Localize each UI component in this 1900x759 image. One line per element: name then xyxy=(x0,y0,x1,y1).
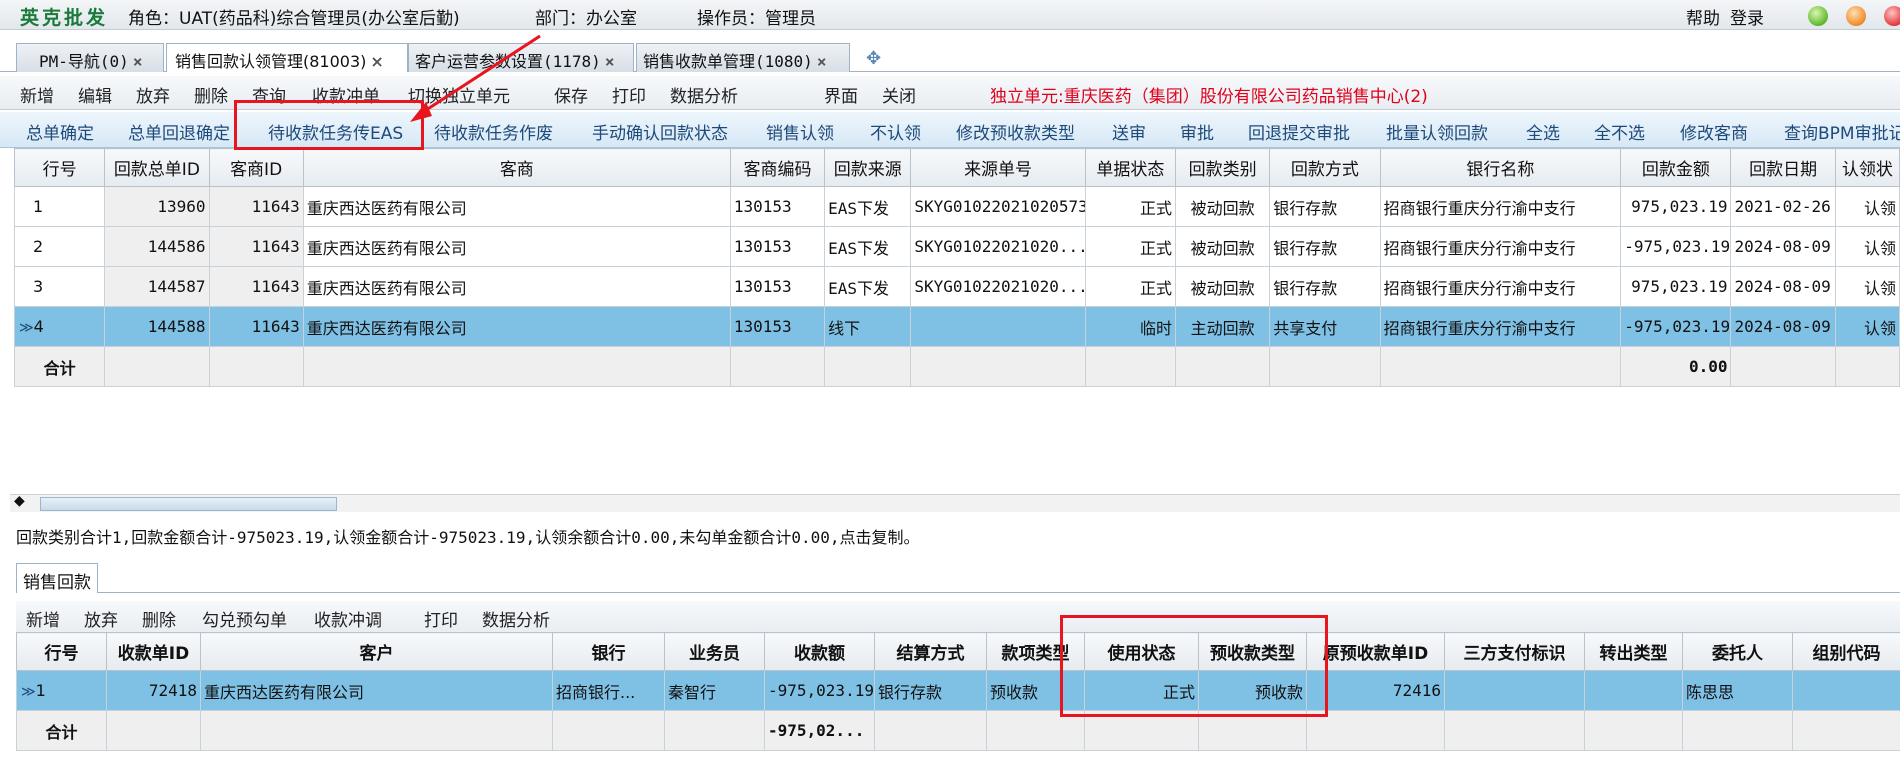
arrow-head xyxy=(410,102,432,122)
annotation-arrow xyxy=(410,34,541,122)
arrow-line xyxy=(419,34,541,116)
